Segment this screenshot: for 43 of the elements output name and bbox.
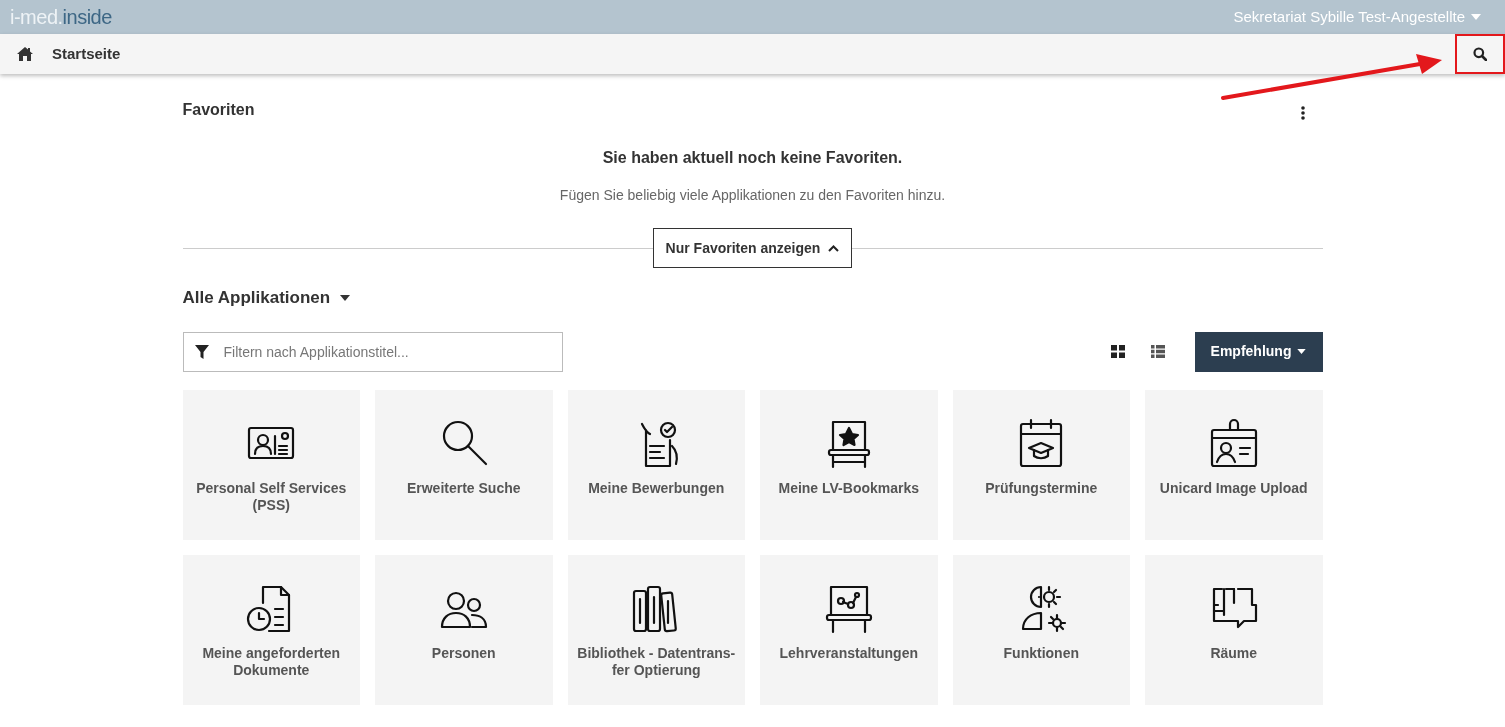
app-tile[interactable]: Erweiterte Suche	[375, 389, 553, 540]
app-tile[interactable]: Unicard Image Upload	[1145, 389, 1323, 540]
app-tile[interactable]: Bibliothek - Datentrans- fer Optierung	[567, 554, 745, 705]
tile-label: Unicard Image Upload	[1159, 479, 1308, 497]
filter-icon	[194, 344, 209, 359]
caret-icon	[1297, 349, 1307, 354]
tile-label: Erweiterte Suche	[406, 479, 521, 497]
tile-label: Personal Self Services (PSS)	[195, 479, 348, 514]
tile-label: Lehrveranstaltungen	[779, 644, 918, 662]
grid-view-icon[interactable]	[1110, 345, 1125, 358]
filter-field[interactable]: Filtern nach Applikationstitel...	[182, 331, 563, 372]
app-tile[interactable]: Personen	[375, 554, 553, 705]
tile-label: Meine LV-Bookmarks	[778, 479, 920, 497]
list-view-icon[interactable]	[1150, 345, 1165, 358]
app-tile[interactable]: Meine LV-Bookmarks	[760, 389, 938, 540]
section-title: Favoriten	[182, 100, 255, 120]
app-tile[interactable]: Meine angeforderten Dokumente	[182, 554, 360, 705]
app-tile[interactable]: Räume	[1145, 554, 1323, 705]
tile-label: Bibliothek - Datentrans- fer Optierung	[577, 644, 736, 679]
kebab-menu-icon[interactable]	[1300, 106, 1305, 120]
highlight-box	[1455, 34, 1505, 74]
tile-label: Personen	[431, 644, 496, 662]
caret-icon	[340, 294, 351, 301]
tile-label: Funktionen	[1003, 644, 1079, 662]
empty-title: Sie haben aktuell noch keine Favoriten.	[601, 148, 904, 168]
app-tile[interactable]: Personal Self Services (PSS)	[182, 389, 360, 540]
app-tile[interactable]: Funktionen	[952, 554, 1130, 705]
tile-label: Meine Bewerbungen	[588, 479, 725, 497]
search-icon	[1473, 47, 1487, 61]
home-icon[interactable]	[17, 47, 33, 61]
section-dropdown[interactable]: Alle Applikationen	[182, 285, 351, 311]
tile-label: Prüfungstermine	[985, 479, 1098, 497]
tile-label: Räume	[1210, 644, 1258, 662]
caret-icon	[1471, 14, 1481, 20]
favorites-toggle-button[interactable]: Nur Favoriten anzeigen	[652, 228, 853, 268]
breadcrumb-link[interactable]: Startseite	[52, 42, 121, 66]
sort-dropdown-button[interactable]: Empfehlung	[1194, 331, 1323, 372]
chevron-up-icon	[828, 244, 840, 252]
empty-text: Fügen Sie beliebig viele Applikationen zu den Favoriten hinzu.	[558, 186, 947, 205]
app-tile[interactable]: Meine Bewerbungen	[567, 389, 745, 540]
app-tile[interactable]: Prüfungstermine	[952, 389, 1130, 540]
tile-label: Meine angeforderten Dokumente	[201, 644, 342, 679]
app-tile[interactable]: Lehrveranstaltungen	[760, 554, 938, 705]
